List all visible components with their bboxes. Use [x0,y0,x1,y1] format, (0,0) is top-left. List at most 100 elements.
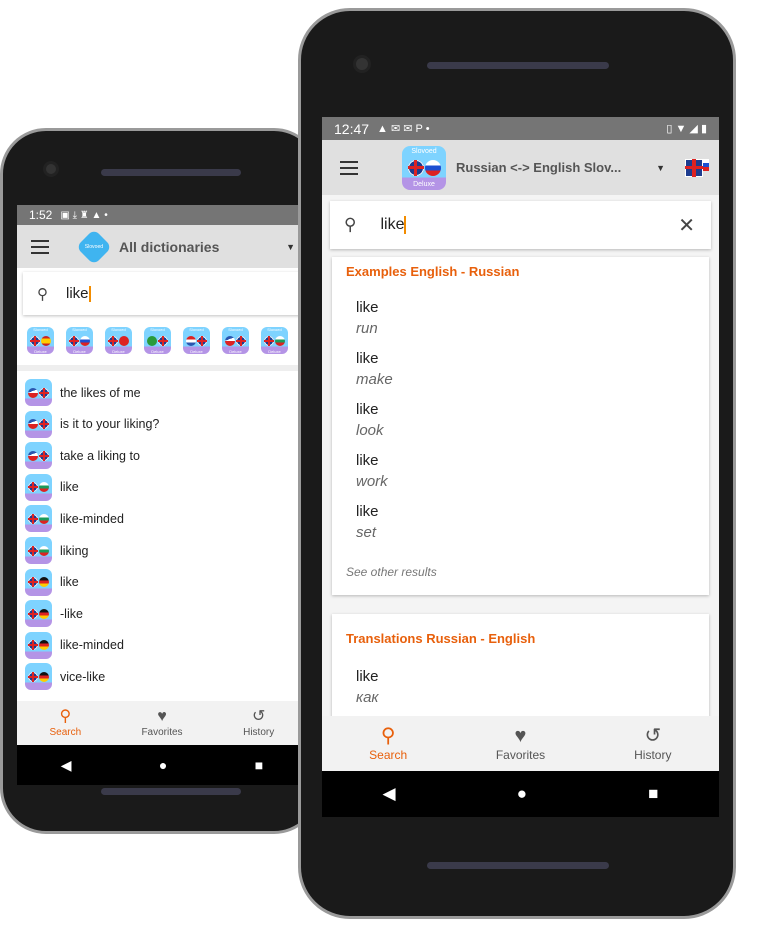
flag-bg-icon [39,545,49,556]
app-header: Slovoed All dictionaries ▼ [17,225,307,268]
nav-favorites[interactable]: ♥ Favorites [114,701,211,745]
system-icons: ▯ ▼ ◢ ▮ [666,123,707,135]
list-item[interactable]: vice-like [25,663,105,691]
dictionary-icon [25,600,52,628]
list-item[interactable]: -like [25,600,83,628]
system-nav-bar: ◀ ● ■ [17,745,307,785]
dictionary-icon[interactable]: Slovoed Deluxe [222,327,249,354]
flag-uk-icon [39,450,49,461]
recents-icon[interactable]: ■ [648,784,658,804]
flag-de-icon [39,577,49,588]
camera [353,55,371,73]
flag-uk-icon [108,335,118,346]
flag-hr-icon [186,335,196,346]
speaker [101,169,241,176]
flag-ru-icon [80,335,90,346]
dictionary-icon [25,379,52,406]
home-icon[interactable]: ● [159,757,167,773]
dictionary-icon[interactable]: Slovoed Deluxe [105,327,132,354]
dictionary-icon[interactable]: Slovoed Deluxe [183,327,210,354]
speaker [101,788,241,795]
history-icon: ↺ [251,707,266,725]
dictionary-icon[interactable]: Slovoed Deluxe [27,327,54,354]
back-icon[interactable]: ◀ [383,784,396,804]
search-field[interactable]: ⚲ like [23,272,307,315]
flag-uk-icon [28,513,38,524]
list-item[interactable]: like [25,473,79,501]
nav-favorites[interactable]: ♥ Favorites [454,716,586,771]
notification-icons: ▣ ⤓ ♜ ▲ • [60,209,108,221]
left-phone: 1:52 ▣ ⤓ ♜ ▲ • Slovoed All dictionaries … [0,128,320,834]
search-field[interactable]: ⚲ like ✕ [330,201,711,249]
status-time: 12:47 [334,120,370,137]
dictionary-icon [25,568,52,596]
menu-icon[interactable] [340,160,358,175]
right-screen: 12:47 ▲ ✉ ✉ P • ▯ ▼ ◢ ▮ Slovoed Deluxe R… [322,117,719,817]
bottom-nav: ⚲ Search ♥ Favorites ↺ History [17,701,307,745]
flag-uk-icon [69,335,79,346]
nav-history[interactable]: ↺ History [587,716,719,771]
dictionary-title[interactable]: All dictionaries [119,239,219,255]
example-entry[interactable]: like make [356,350,393,388]
nav-search[interactable]: ⚲ Search [322,716,454,771]
nav-search[interactable]: ⚲ Search [17,701,114,745]
list-item[interactable]: liking [25,537,89,564]
dictionary-icon [25,410,52,438]
list-item[interactable]: the likes of me [25,379,141,406]
home-icon[interactable]: ● [517,784,527,804]
app-header: Slovoed Deluxe Russian <-> English Slov.… [322,140,719,195]
right-phone: 12:47 ▲ ✉ ✉ P • ▯ ▼ ◢ ▮ Slovoed Deluxe R… [298,8,736,919]
search-input[interactable]: like [66,285,91,303]
dictionary-title[interactable]: Russian <-> English Slov... [456,160,621,175]
dictionary-icon[interactable]: Slovoed Deluxe [261,327,288,354]
example-entry[interactable]: like set [356,503,379,541]
section-title: Examples English - Russian [346,264,520,279]
list-item[interactable]: like [25,568,79,596]
result-text: like [60,480,79,495]
dictionary-icon[interactable]: Slovoed Deluxe [144,327,171,354]
example-entry[interactable]: like work [356,452,388,490]
list-item[interactable]: like-minded [25,631,124,659]
list-item[interactable]: like-minded [25,505,124,533]
flag-uk-icon [158,335,168,346]
flag-bg-icon [39,513,49,524]
heart-icon: ♥ [157,707,167,725]
flag-de-icon [39,608,49,619]
search-input[interactable]: like [380,215,407,234]
list-item[interactable]: take a liking to [25,442,140,470]
dictionary-icons-row: Slovoed Deluxe Slovoed Deluxe Slovoed Deluxe S… [27,327,288,354]
flag-tr-icon [119,335,129,346]
back-icon[interactable]: ◀ [61,757,72,774]
app-logo: Slovoed [75,228,113,265]
menu-icon[interactable] [31,239,49,254]
flag-uk-icon [28,577,38,588]
examples-card: Examples English - Russian like run like ma… [332,257,709,595]
divider [17,365,307,371]
result-text: is it to your liking? [60,417,160,432]
status-bar: 12:47 ▲ ✉ ✉ P • ▯ ▼ ◢ ▮ [322,117,719,140]
dictionary-logo: Slovoed Deluxe [402,145,446,190]
list-item[interactable]: is it to your liking? [25,410,160,438]
language-flag-icon[interactable] [685,158,709,177]
result-text: -like [60,606,83,621]
example-entry[interactable]: like run [356,299,379,337]
dictionary-icon[interactable]: Slovoed Deluxe [66,327,93,354]
flag-uk-icon [197,335,207,346]
see-other-results-link[interactable]: See other results [346,565,437,579]
status-bar: 1:52 ▣ ⤓ ♜ ▲ • [17,205,307,225]
translation-entry[interactable]: like как [356,668,379,706]
flag-cz-icon [225,335,235,346]
nav-history[interactable]: ↺ History [210,701,307,745]
flag-uk-icon [28,640,38,651]
clear-icon[interactable]: ✕ [678,213,695,238]
example-entry[interactable]: like look [356,401,384,439]
history-icon: ↺ [644,724,662,747]
result-text: the likes of me [60,385,141,400]
heart-icon: ♥ [514,724,527,747]
left-screen: 1:52 ▣ ⤓ ♜ ▲ • Slovoed All dictionaries … [17,205,307,785]
flag-de-icon [39,640,49,651]
section-title: Translations Russian - English [346,631,536,646]
dropdown-arrow-icon[interactable]: ▼ [286,242,295,252]
dropdown-arrow-icon[interactable]: ▼ [656,163,665,173]
recents-icon[interactable]: ■ [255,757,263,773]
